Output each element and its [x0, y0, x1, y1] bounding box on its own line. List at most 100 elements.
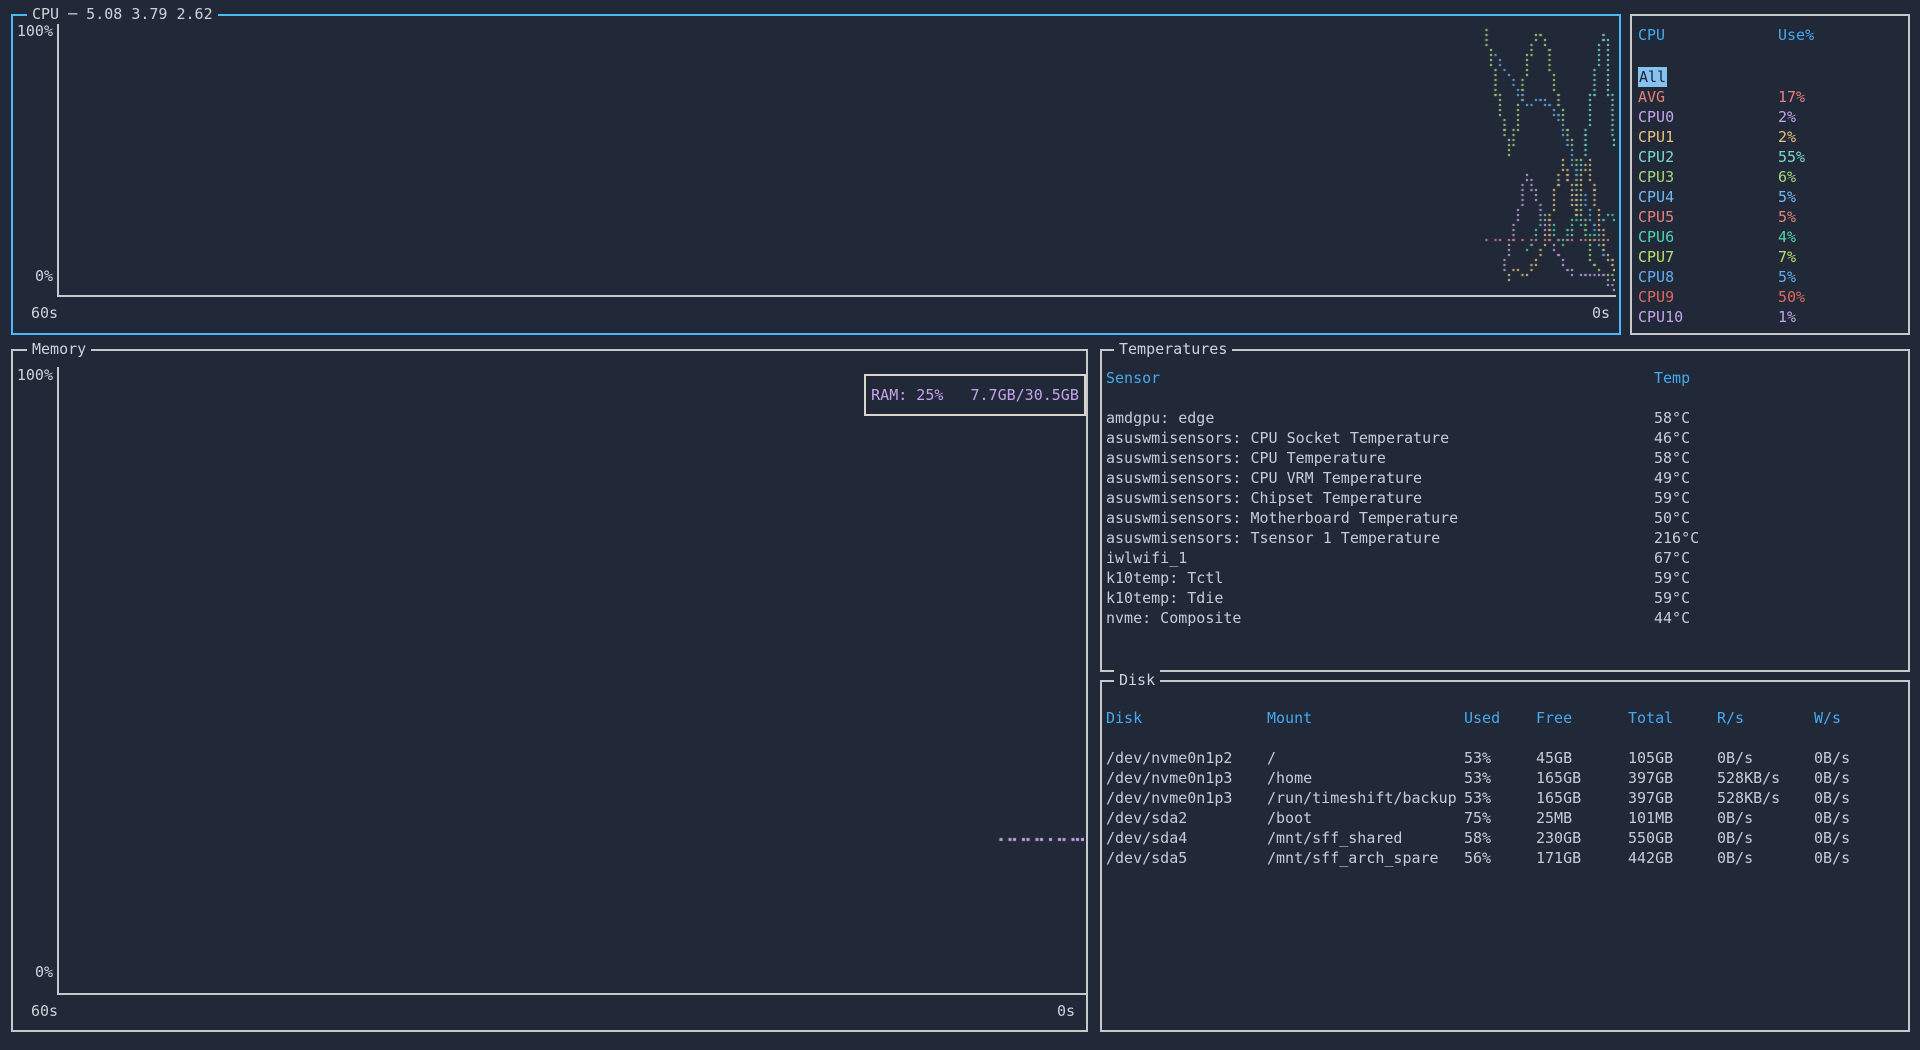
- memory-usage-chart: [59, 368, 1084, 992]
- cpu-y-max-label: 100%: [13, 21, 53, 41]
- cpu-legend-label[interactable]: CPU5: [1638, 207, 1674, 227]
- ram-usage-legend: RAM: 25% 7.7GB/30.5GB: [864, 374, 1086, 416]
- disk-cell: 25MB: [1536, 808, 1572, 828]
- temp-sensor-name: k10temp: Tdie: [1106, 588, 1223, 608]
- cpu-legend-value: 55%: [1778, 147, 1805, 167]
- temps-header-temp: Temp: [1654, 368, 1690, 388]
- cpu-panel-title: CPU ─ 5.08 3.79 2.62: [27, 4, 218, 24]
- disk-cell: 0B/s: [1814, 748, 1850, 768]
- disk-cell: 53%: [1464, 788, 1491, 808]
- disk-cell: 101MB: [1628, 808, 1673, 828]
- cpu-legend-value: 50%: [1778, 287, 1805, 307]
- disk-cell: 0B/s: [1814, 828, 1850, 848]
- cpu-legend-label[interactable]: CPU3: [1638, 167, 1674, 187]
- temp-value: 58°C: [1654, 408, 1690, 428]
- cpu-legend-value: 5%: [1778, 187, 1796, 207]
- disk-cell: 0B/s: [1814, 788, 1850, 808]
- disk-cell: /run/timeshift/backup: [1267, 788, 1457, 808]
- disk-cell: /dev/nvme0n1p3: [1106, 768, 1232, 788]
- cpu-panel[interactable]: CPU ─ 5.08 3.79 2.62 100% 0% 60s 0s: [11, 14, 1621, 335]
- disk-cell: /dev/sda2: [1106, 808, 1187, 828]
- temperatures-panel[interactable]: Temperatures Sensor Temp amdgpu: edge58°…: [1100, 349, 1910, 672]
- cpu-legend-header-cpu: CPU: [1638, 25, 1665, 45]
- memory-y-min-label: 0%: [13, 962, 53, 982]
- disk-cell: 165GB: [1536, 788, 1581, 808]
- disk-cell: 397GB: [1628, 768, 1673, 788]
- disk-cell: 0B/s: [1717, 828, 1753, 848]
- temp-sensor-name: asuswmisensors: Tsensor 1 Temperature: [1106, 528, 1440, 548]
- cpu-legend-value: 6%: [1778, 167, 1796, 187]
- cpu-legend-label[interactable]: CPU8: [1638, 267, 1674, 287]
- disk-cell: 397GB: [1628, 788, 1673, 808]
- cpu-legend-value: 1%: [1778, 307, 1796, 327]
- memory-y-max-label: 100%: [13, 365, 53, 385]
- cpu-legend-label[interactable]: All: [1638, 67, 1667, 87]
- system-monitor-screen: { "theme": { "background": "#212837", "p…: [0, 0, 1920, 1050]
- disk-cell: 56%: [1464, 848, 1491, 868]
- disk-cell: 0B/s: [1717, 748, 1753, 768]
- temp-sensor-name: nvme: Composite: [1106, 608, 1241, 628]
- disk-cell: 230GB: [1536, 828, 1581, 848]
- memory-x-right-label: 0s: [1057, 1001, 1075, 1021]
- temp-value: 44°C: [1654, 608, 1690, 628]
- temp-sensor-name: asuswmisensors: Chipset Temperature: [1106, 488, 1422, 508]
- cpu-legend-label[interactable]: CPU0: [1638, 107, 1674, 127]
- disk-header-free: Free: [1536, 708, 1572, 728]
- cpu-legend-value: 5%: [1778, 267, 1796, 287]
- disk-header-ws: W/s: [1814, 708, 1841, 728]
- disk-cell: 550GB: [1628, 828, 1673, 848]
- temp-sensor-name: asuswmisensors: CPU Socket Temperature: [1106, 428, 1449, 448]
- disk-cell: 45GB: [1536, 748, 1572, 768]
- disk-cell: /mnt/sff_arch_spare: [1267, 848, 1439, 868]
- temp-value: 59°C: [1654, 568, 1690, 588]
- temp-value: 49°C: [1654, 468, 1690, 488]
- cpu-legend-label[interactable]: CPU1: [1638, 127, 1674, 147]
- disk-cell: 0B/s: [1717, 848, 1753, 868]
- disk-cell: /dev/sda4: [1106, 828, 1187, 848]
- cpu-usage-chart: [59, 24, 1615, 294]
- disk-cell: 58%: [1464, 828, 1491, 848]
- temp-sensor-name: iwlwifi_1: [1106, 548, 1187, 568]
- cpu-legend-label[interactable]: CPU2: [1638, 147, 1674, 167]
- cpu-legend-label[interactable]: AVG: [1638, 87, 1665, 107]
- disk-cell: /dev/sda5: [1106, 848, 1187, 868]
- memory-panel-title: Memory: [27, 339, 91, 359]
- memory-panel[interactable]: Memory 100% 0% 60s 0s RAM: 25% 7.7GB/30.…: [11, 349, 1088, 1032]
- temp-sensor-name: asuswmisensors: CPU Temperature: [1106, 448, 1386, 468]
- cpu-x-right-label: 0s: [1592, 303, 1610, 323]
- temp-value: 216°C: [1654, 528, 1699, 548]
- disk-cell: 528KB/s: [1717, 768, 1780, 788]
- memory-x-left-label: 60s: [31, 1001, 58, 1021]
- disk-cell: 53%: [1464, 748, 1491, 768]
- disk-cell: 165GB: [1536, 768, 1581, 788]
- temp-value: 67°C: [1654, 548, 1690, 568]
- cpu-legend-value: 2%: [1778, 127, 1796, 147]
- cpu-legend-header-use: Use%: [1778, 25, 1814, 45]
- temperatures-panel-title: Temperatures: [1114, 339, 1232, 359]
- cpu-legend-value: 17%: [1778, 87, 1805, 107]
- cpu-legend-value: 2%: [1778, 107, 1796, 127]
- cpu-legend-value: 5%: [1778, 207, 1796, 227]
- disk-panel[interactable]: Disk DiskMountUsedFreeTotalR/sW/s /dev/n…: [1100, 680, 1910, 1032]
- disk-cell: 0B/s: [1814, 848, 1850, 868]
- temp-sensor-name: amdgpu: edge: [1106, 408, 1214, 428]
- memory-x-axis: [57, 993, 1086, 995]
- disk-cell: 0B/s: [1814, 768, 1850, 788]
- cpu-legend-label[interactable]: CPU9: [1638, 287, 1674, 307]
- cpu-x-axis: [57, 295, 1616, 297]
- disk-cell: 105GB: [1628, 748, 1673, 768]
- temp-value: 58°C: [1654, 448, 1690, 468]
- cpu-legend-label[interactable]: CPU10: [1638, 307, 1683, 327]
- cpu-y-min-label: 0%: [13, 266, 53, 286]
- temp-sensor-name: asuswmisensors: CPU VRM Temperature: [1106, 468, 1422, 488]
- cpu-legend-panel[interactable]: CPU Use% AllAVG 17% CPU0 2% CPU1 2% CPU2 55% CPU…: [1630, 14, 1910, 335]
- cpu-legend-label[interactable]: CPU7: [1638, 247, 1674, 267]
- cpu-legend-label[interactable]: CPU4: [1638, 187, 1674, 207]
- disk-cell: 0B/s: [1717, 808, 1753, 828]
- disk-cell: 528KB/s: [1717, 788, 1780, 808]
- disk-cell: /dev/nvme0n1p2: [1106, 748, 1232, 768]
- cpu-legend-label[interactable]: CPU6: [1638, 227, 1674, 247]
- disk-header-disk: Disk: [1106, 708, 1142, 728]
- cpu-legend-value: 4%: [1778, 227, 1796, 247]
- temp-sensor-name: asuswmisensors: Motherboard Temperature: [1106, 508, 1458, 528]
